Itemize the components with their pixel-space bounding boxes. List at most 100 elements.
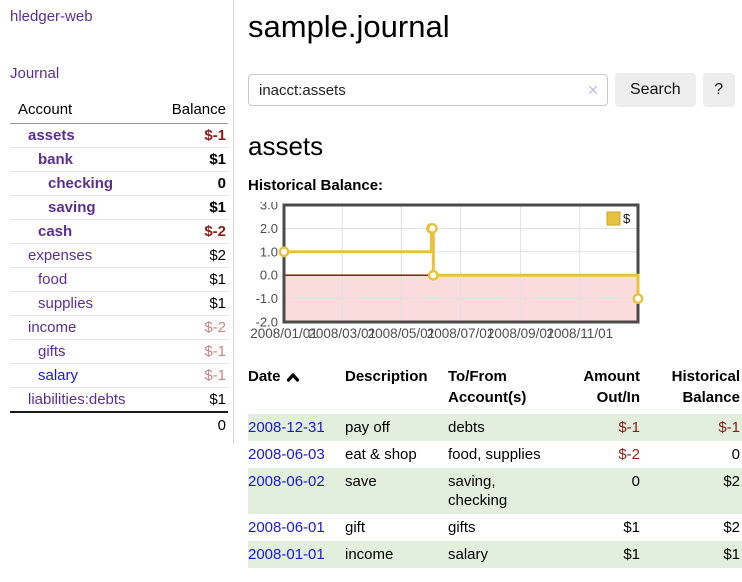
account-row: saving $1 — [10, 196, 228, 220]
clear-search-icon[interactable]: ✕ — [587, 81, 599, 99]
register-header-row: Date Description To/From Account(s) Amount … — [248, 362, 742, 414]
account-row: salary$-1 — [10, 364, 228, 388]
search-help-button[interactable]: ? — [703, 73, 735, 107]
y-tick-label: 3.0 — [260, 202, 278, 213]
transaction-row: 2008-06-03eat & shopfood, supplies$-20 — [248, 441, 742, 468]
x-tick-label: 2008/03/01 — [308, 326, 376, 341]
transaction-date: 2008-12-31 — [248, 414, 345, 441]
x-tick-label: 2008/09/01 — [487, 326, 555, 341]
register-col-amount: Amount Out/In — [568, 362, 642, 414]
account-link[interactable]: income — [28, 319, 76, 336]
chart-title: Historical Balance: — [248, 177, 742, 194]
account-link[interactable]: supplies — [38, 295, 93, 312]
transaction-amount: $1 — [568, 514, 642, 541]
transaction-row: 2008-01-01incomesalary$1$1 — [248, 541, 742, 568]
sort-asc-icon — [286, 372, 300, 382]
account-link[interactable]: assets — [28, 127, 75, 144]
transaction-amount: $1 — [568, 541, 642, 568]
account-row: checking 0 — [10, 172, 228, 196]
account-balance: $-2 — [151, 316, 228, 340]
y-tick-label: 1.0 — [260, 244, 278, 259]
account-balance: $1 — [151, 388, 228, 413]
register-col-to: To/From Account(s) — [448, 362, 568, 414]
transaction-amount: 0 — [568, 468, 642, 514]
account-row: bank $1 — [10, 148, 228, 172]
accounts-col-account: Account — [10, 98, 151, 124]
account-balance: $-1 — [151, 340, 228, 364]
accounts-total-value: 0 — [151, 412, 228, 438]
account-link[interactable]: expenses — [28, 247, 92, 264]
accounts-header-row: Account Balance — [10, 98, 228, 124]
account-balance: $2 — [151, 244, 228, 268]
transaction-date-link[interactable]: 2008-06-02 — [248, 473, 325, 490]
balance-chart: $3.02.01.00.0-1.0-2.02008/01/012008/03/0… — [248, 202, 742, 346]
register-col-date[interactable]: Date — [248, 362, 345, 414]
transaction-amount: $-1 — [568, 414, 642, 441]
account-row: food$1 — [10, 268, 228, 292]
transaction-date: 2008-01-01 — [248, 541, 345, 568]
search-form: ✕ Search ? — [248, 73, 742, 107]
transaction-balance: $-1 — [642, 414, 742, 441]
search-button[interactable]: Search — [615, 73, 696, 107]
register-col-label: Date — [248, 368, 281, 385]
transaction-accounts: food, supplies — [448, 441, 568, 468]
register-col-label: Description — [345, 368, 428, 385]
register-col-label: Historical Balance — [672, 368, 740, 406]
brand-link[interactable]: hledger-web — [10, 8, 228, 25]
account-row: supplies $1 — [10, 292, 228, 316]
account-row: income $-2 — [10, 316, 228, 340]
account-balance: $1 — [151, 292, 228, 316]
account-link[interactable]: liabilities:debts — [28, 391, 126, 408]
transaction-date-link[interactable]: 2008-12-31 — [248, 419, 325, 436]
journal-nav-link[interactable]: Journal — [10, 65, 228, 82]
data-point-marker — [280, 248, 288, 256]
account-link[interactable]: checking — [48, 175, 113, 192]
register-col-description: Description — [345, 362, 448, 414]
accounts-total-row: 0 — [10, 412, 228, 438]
accounts-total-spacer — [10, 412, 151, 438]
transaction-date: 2008-06-01 — [248, 514, 345, 541]
main-content: sample.journal ✕ Search ? assets Histori… — [234, 0, 742, 568]
transaction-accounts: gifts — [448, 514, 568, 541]
y-tick-label: -1.0 — [256, 291, 278, 306]
account-row: assets$-1 — [10, 124, 228, 148]
transaction-date: 2008-06-02 — [248, 468, 345, 514]
account-row: expenses $2 — [10, 244, 228, 268]
legend-swatch — [607, 212, 620, 225]
account-balance: 0 — [151, 172, 228, 196]
x-tick-label: 2008/07/01 — [427, 326, 495, 341]
transaction-date-link[interactable]: 2008-06-03 — [248, 446, 325, 463]
register-col-label: To/From Account(s) — [448, 368, 526, 406]
x-tick-label: 2008/11/01 — [547, 326, 614, 341]
account-link[interactable]: salary — [38, 367, 78, 384]
data-point-marker — [429, 271, 437, 279]
transaction-description: gift — [345, 514, 448, 541]
account-link[interactable]: food — [38, 271, 67, 288]
transaction-date-link[interactable]: 2008-01-01 — [248, 546, 325, 563]
account-balance: $1 — [151, 148, 228, 172]
accounts-table: Account Balance assets$-1bank$1checking0… — [10, 98, 228, 438]
register-col-historical: Historical Balance — [642, 362, 742, 414]
account-link[interactable]: gifts — [38, 343, 66, 360]
page-title: sample.journal — [248, 8, 742, 46]
accounts-col-balance: Balance — [151, 98, 228, 124]
account-link[interactable]: bank — [38, 151, 73, 168]
transaction-amount: $-2 — [568, 441, 642, 468]
transaction-balance: $2 — [642, 514, 742, 541]
search-input[interactable] — [248, 74, 608, 106]
transaction-balance: 0 — [642, 441, 742, 468]
sidebar: hledger-web Journal Account Balance asse… — [0, 0, 234, 444]
balance-chart-svg: $3.02.01.00.0-1.0-2.02008/01/012008/03/0… — [248, 202, 708, 346]
transaction-row: 2008-06-01 giftgifts$1$2 — [248, 514, 742, 541]
account-link[interactable]: cash — [38, 223, 72, 240]
account-row: gifts $-1 — [10, 340, 228, 364]
y-tick-label: 0.0 — [260, 268, 278, 283]
transaction-description: pay off — [345, 414, 448, 441]
account-balance: $1 — [151, 196, 228, 220]
register-table: Date Description To/From Account(s) Amount … — [248, 362, 742, 568]
transaction-description: income — [345, 541, 448, 568]
account-balance: $-2 — [151, 220, 228, 244]
transaction-date: 2008-06-03 — [248, 441, 345, 468]
account-link[interactable]: saving — [48, 199, 96, 216]
transaction-date-link[interactable]: 2008-06-01 — [248, 519, 325, 536]
